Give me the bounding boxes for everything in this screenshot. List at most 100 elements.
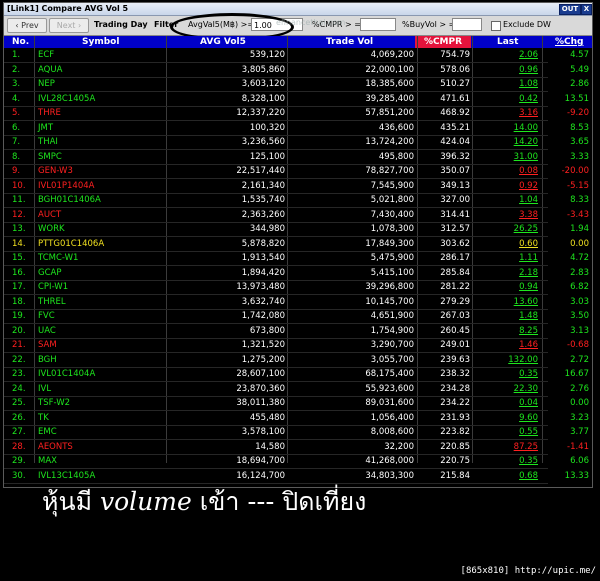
out-button[interactable]: OUT <box>559 4 581 15</box>
table-row[interactable]: 12. AUCT 2,363,260 7,430,400 314.41 3.38 -3.43 <box>4 208 592 223</box>
col-avg-vol5[interactable]: AVG Vol5 <box>200 36 246 48</box>
row-symbol: TCMC-W1 <box>38 253 79 263</box>
table-row[interactable]: 1. ECF 539,120 4,069,200 754.79 2.06 4.57 <box>4 48 592 63</box>
prev-button[interactable]: ‹ Prev <box>7 18 47 33</box>
row-cmpr: 314.41 <box>440 209 470 220</box>
row-last: 0.68 <box>519 470 538 481</box>
row-number: 25. <box>12 398 26 408</box>
row-last: 0.42 <box>519 93 538 104</box>
table-row[interactable]: 19. FVC 1,742,080 4,651,900 267.03 1.48 3.50 <box>4 309 592 324</box>
row-chg: 3.13 <box>570 325 589 336</box>
filter-select[interactable]: AvgVal5(M฿) >= <box>188 18 254 32</box>
table-row[interactable]: 3. NEP 3,603,120 18,385,600 510.27 1.08 2.86 <box>4 77 592 92</box>
row-cmpr: 223.82 <box>440 427 470 437</box>
table-row[interactable]: 29. MAX 18,694,700 41,268,000 220.75 0.35 6.06 <box>4 454 592 469</box>
window-title: [Link1] Compare AVG Vol 5 <box>7 4 129 13</box>
row-chg: 3.03 <box>570 296 589 307</box>
row-trade-vol: 1,078,300 <box>370 224 414 234</box>
table-header: No. Symbol AVG Vol5 Trade Vol %CMPR Last… <box>4 36 592 48</box>
title-bar: [Link1] Compare AVG Vol 5 OUT X <box>4 3 592 16</box>
row-cmpr: 234.22 <box>440 398 470 408</box>
image-credit: [865x810] http://upic.me/ <box>460 566 596 576</box>
col-trade-vol[interactable]: Trade Vol <box>326 36 373 48</box>
row-symbol: MAX <box>38 456 57 466</box>
table-row[interactable]: 2. AQUA 3,805,860 22,000,100 578.06 0.96 5.49 <box>4 63 592 78</box>
row-symbol: IVL01P1404A <box>38 180 95 191</box>
row-chg: 13.33 <box>564 470 589 481</box>
table-row[interactable]: 23. IVL01C1404A 28,607,100 68,175,400 238.32… <box>4 367 592 382</box>
row-chg: 2.72 <box>570 354 589 365</box>
table-row[interactable]: 9. GEN-W3 22,517,440 78,827,700 350.07 0.08 -2… <box>4 164 592 179</box>
close-button[interactable]: X <box>581 4 592 15</box>
watermark: efinancethai.com <box>276 18 346 27</box>
row-trade-vol: 13,724,200 <box>365 137 414 147</box>
row-symbol: AQUA <box>38 64 63 75</box>
cmpr-filter-input[interactable] <box>360 18 396 31</box>
row-chg: 0.00 <box>570 238 589 249</box>
row-last: 26.25 <box>513 224 538 234</box>
row-symbol: PTTG01C1406A <box>38 238 105 249</box>
col-cmpr[interactable]: %CMPR <box>415 36 471 48</box>
row-number: 20. <box>12 325 26 336</box>
row-chg: 6.06 <box>570 456 589 466</box>
row-trade-vol: 4,651,900 <box>370 311 414 321</box>
row-number: 11. <box>12 195 26 205</box>
exclude-dw-checkbox[interactable] <box>491 21 501 31</box>
row-avg-vol5: 455,480 <box>249 412 285 423</box>
row-number: 28. <box>12 441 26 452</box>
table-row[interactable]: 13. WORK 344,980 1,078,300 312.57 26.25 1.94 <box>4 222 592 237</box>
table-row[interactable]: 17. CPI-W1 13,973,480 39,296,800 281.22 0.94 6… <box>4 280 592 295</box>
trading-day-label[interactable]: Trading Day <box>94 18 148 32</box>
row-cmpr: 281.22 <box>440 282 470 292</box>
table-row[interactable]: 25. TSF-W2 38,011,380 89,031,600 234.22 0.04 0… <box>4 396 592 411</box>
table-row[interactable]: 30. IVL13C1405A 16,124,700 34,803,300 215.84… <box>4 469 592 484</box>
table-row[interactable]: 16. GCAP 1,894,420 5,415,100 285.84 2.18 2.83 <box>4 266 592 281</box>
buyvol-filter-input[interactable] <box>452 18 482 31</box>
table-row[interactable]: 22. BGH 1,275,200 3,055,700 239.63 132.00 2.72 <box>4 353 592 368</box>
next-button[interactable]: Next › <box>49 18 89 33</box>
table-row[interactable]: 5. THRE 12,337,220 57,851,200 468.92 3.16 -9.2… <box>4 106 592 121</box>
row-last: 0.60 <box>519 238 538 249</box>
table-row[interactable]: 10. IVL01P1404A 2,161,340 7,545,900 349.13 0.… <box>4 179 592 194</box>
table-row[interactable]: 28. AEONTS 14,580 32,200 220.85 87.25 -1.41 <box>4 440 592 455</box>
row-symbol: TSF-W2 <box>38 398 71 408</box>
table-row[interactable]: 4. IVL28C1405A 8,328,100 39,285,400 471.61 0.… <box>4 92 592 107</box>
row-trade-vol: 17,849,300 <box>365 238 414 249</box>
row-avg-vol5: 16,124,700 <box>236 470 285 481</box>
table-row[interactable]: 14. PTTG01C1406A 5,878,820 17,849,300 303.62… <box>4 237 592 252</box>
table-row[interactable]: 11. BGH01C1406A 1,535,740 5,021,800 327.00 1.… <box>4 193 592 208</box>
row-last: 14.20 <box>513 137 538 147</box>
row-cmpr: 239.63 <box>440 354 470 365</box>
row-number: 23. <box>12 369 26 379</box>
row-last: 0.55 <box>519 427 538 437</box>
row-trade-vol: 7,545,900 <box>370 180 414 191</box>
table-row[interactable]: 6. JMT 100,320 436,600 435.21 14.00 8.53 <box>4 121 592 136</box>
row-chg: -3.43 <box>567 209 589 220</box>
row-number: 3. <box>12 79 21 89</box>
row-avg-vol5: 1,321,520 <box>241 340 285 350</box>
row-trade-vol: 34,803,300 <box>365 470 414 481</box>
row-number: 13. <box>12 224 26 234</box>
table-row[interactable]: 26. TK 455,480 1,056,400 231.93 9.60 3.23 <box>4 411 592 426</box>
col-chg[interactable]: %Chg <box>555 36 583 48</box>
col-no[interactable]: No. <box>12 36 29 48</box>
table-row[interactable]: 18. THREL 3,632,740 10,145,700 279.29 13.60 3.… <box>4 295 592 310</box>
row-avg-vol5: 2,161,340 <box>241 180 285 191</box>
row-trade-vol: 495,800 <box>378 151 414 162</box>
row-last: 0.04 <box>519 398 538 408</box>
table-row[interactable]: 21. SAM 1,321,520 3,290,700 249.01 1.46 -0.68 <box>4 338 592 353</box>
table-row[interactable]: 24. IVL 23,870,360 55,923,600 234.28 22.30 2.7… <box>4 382 592 397</box>
col-symbol[interactable]: Symbol <box>82 36 119 48</box>
row-avg-vol5: 13,973,480 <box>236 282 285 292</box>
row-trade-vol: 5,475,900 <box>370 253 414 263</box>
table-row[interactable]: 15. TCMC-W1 1,913,540 5,475,900 286.17 1.11 4.… <box>4 251 592 266</box>
table-row[interactable]: 7. THAI 3,236,560 13,724,200 424.04 14.20 3.65 <box>4 135 592 150</box>
row-cmpr: 260.45 <box>440 325 470 336</box>
table-row[interactable]: 8. SMPC 125,100 495,800 396.32 31.00 3.33 <box>4 150 592 165</box>
col-last[interactable]: Last <box>497 36 518 48</box>
row-last: 22.30 <box>513 383 538 394</box>
table-row[interactable]: 20. UAC 673,800 1,754,900 260.45 8.25 3.13 <box>4 324 592 339</box>
row-trade-vol: 41,268,000 <box>365 456 414 466</box>
table-row[interactable]: 27. EMC 3,578,100 8,008,600 223.82 0.55 3.77 <box>4 425 592 440</box>
row-trade-vol: 78,827,700 <box>365 166 414 176</box>
